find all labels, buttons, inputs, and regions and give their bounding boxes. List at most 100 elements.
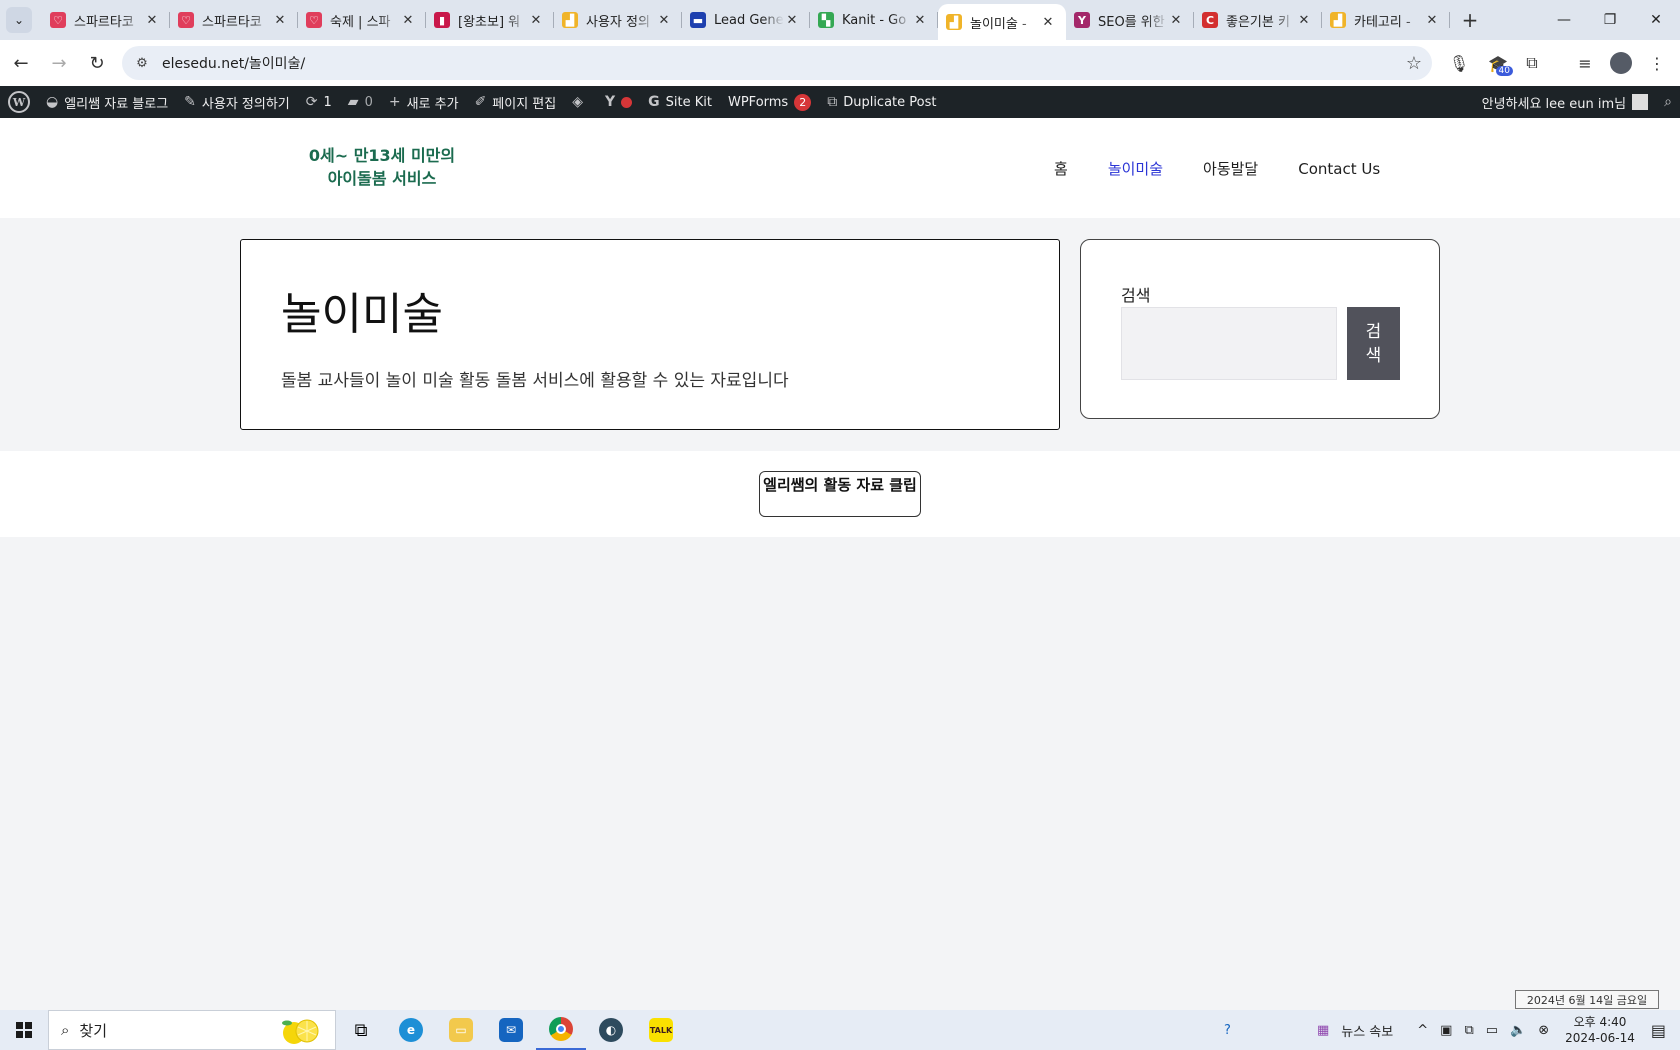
- new-tab-button[interactable]: +: [1456, 6, 1484, 34]
- wp-account-menu[interactable]: 안녕하세요 lee eun im님: [1474, 86, 1657, 118]
- browser-tab[interactable]: ♡ 스파르타코 ✕: [42, 0, 170, 40]
- bookmark-star-icon[interactable]: ☆: [1406, 53, 1422, 74]
- wp-new-content-menu[interactable]: + 새로 추가: [381, 86, 467, 118]
- wp-duplicate-post-link[interactable]: ⧉ Duplicate Post: [819, 86, 944, 118]
- diamond-icon: ◈: [572, 94, 584, 110]
- browser-tab[interactable]: ▬ Lead Gene ✕: [682, 0, 810, 40]
- browser-menu-icon[interactable]: ⋮: [1642, 48, 1672, 78]
- browser-tab[interactable]: ▚ Kanit - Go ✕: [810, 0, 938, 40]
- minimize-icon[interactable]: —: [1541, 0, 1587, 40]
- tab-favicon-icon: ▟: [1330, 12, 1346, 28]
- extensions-puzzle-icon[interactable]: ⧉: [1517, 48, 1547, 78]
- nav-play-art[interactable]: 놀이미술: [1108, 158, 1163, 179]
- wp-diamond-plugin[interactable]: ◈: [564, 86, 597, 118]
- search-input[interactable]: [1121, 307, 1337, 380]
- extension-graduation-icon[interactable]: 🎓 40: [1483, 48, 1513, 78]
- edge-browser-icon[interactable]: e: [386, 1010, 436, 1050]
- start-button[interactable]: [0, 1010, 48, 1050]
- site-header: 0세~ 만13세 미만의 아이돌봄 서비스 홈 놀이미술 아동발달 Contac…: [0, 118, 1680, 218]
- wp-site-name-menu[interactable]: ◒ 엘리쌤 자료 블로그: [38, 86, 176, 118]
- status-x-icon[interactable]: ⊗: [1538, 1023, 1549, 1038]
- wp-updates-link[interactable]: ⟳ 1: [298, 86, 340, 118]
- chevron-up-icon[interactable]: ^: [1417, 1023, 1428, 1038]
- tab-favicon-icon: ♡: [306, 12, 322, 28]
- yoast-icon: Y: [605, 94, 616, 110]
- nav-contact-us[interactable]: Contact Us: [1298, 160, 1380, 178]
- wp-wpforms-link[interactable]: WPForms 2: [720, 86, 819, 118]
- news-widget-icon[interactable]: ▦: [1317, 1023, 1329, 1038]
- main-navigation: 홈 놀이미술 아동발달 Contact Us: [1054, 158, 1420, 179]
- meet-icon[interactable]: ▣: [1440, 1023, 1452, 1038]
- kakaotalk-icon[interactable]: TALK: [636, 1010, 686, 1050]
- tab-search-button[interactable]: ⌄: [6, 7, 32, 33]
- profile-avatar[interactable]: [1606, 48, 1636, 78]
- browser-tab[interactable]: Y SEO를 위한 ✕: [1066, 0, 1194, 40]
- tab-close-icon[interactable]: ✕: [144, 13, 160, 28]
- tab-close-icon[interactable]: ✕: [400, 13, 416, 28]
- browser-tab[interactable]: C 좋은기본 키 ✕: [1194, 0, 1322, 40]
- tab-favicon-icon: C: [1202, 12, 1218, 28]
- back-icon[interactable]: ←: [4, 46, 38, 80]
- tab-close-icon[interactable]: ✕: [1168, 13, 1184, 28]
- wp-yoast-menu[interactable]: Y: [597, 86, 640, 118]
- forward-icon[interactable]: →: [42, 46, 76, 80]
- wp-comments-link[interactable]: ▰ 0: [340, 86, 381, 118]
- notification-icon[interactable]: ▤: [1651, 1021, 1666, 1040]
- google-g-icon: G: [648, 94, 660, 110]
- edit-page-label: 페이지 편집: [492, 96, 557, 112]
- tab-close-icon[interactable]: ✕: [1040, 15, 1056, 30]
- browser-tab[interactable]: ▟ 사용자 정의 ✕: [554, 0, 682, 40]
- tab-title: SEO를 위한: [1098, 14, 1165, 30]
- search-label: 검색: [1121, 286, 1151, 305]
- microphone-icon[interactable]: 🎙: [1444, 48, 1474, 78]
- system-tray: ? ▦ 뉴스 속보 ^ ▣ ⧉ ▭ 🔈 ⊗ 오후 4:40 2024-06-14…: [1218, 1010, 1680, 1050]
- address-bar[interactable]: ⚙ elesedu.net/놀이미술/ ☆: [122, 46, 1432, 80]
- wp-search-icon[interactable]: ⌕: [1656, 86, 1680, 118]
- tab-close-icon[interactable]: ✕: [1296, 13, 1312, 28]
- file-explorer-icon[interactable]: ▭: [436, 1010, 486, 1050]
- url-text[interactable]: elesedu.net/놀이미술/: [162, 53, 305, 73]
- tab-close-icon[interactable]: ✕: [784, 13, 800, 28]
- taskbar-clock[interactable]: 오후 4:40 2024-06-14: [1565, 1014, 1635, 1046]
- cta-section: 엘리쌤의 활동 자료 클립: [0, 451, 1680, 537]
- mail-icon[interactable]: ✉: [486, 1010, 536, 1050]
- chrome-icon[interactable]: [536, 1010, 586, 1050]
- customize-label: 사용자 정의하기: [201, 96, 290, 112]
- browser-tab[interactable]: ▮ [왕초보] 워 ✕: [426, 0, 554, 40]
- tab-close-icon[interactable]: ✕: [912, 13, 928, 28]
- browser-tab[interactable]: ♡ 숙제 | 스파 ✕: [298, 0, 426, 40]
- taskbar-search-box[interactable]: ⌕ 찾기: [48, 1010, 336, 1050]
- restore-icon[interactable]: ❐: [1587, 0, 1633, 40]
- tab-close-icon[interactable]: ✕: [656, 13, 672, 28]
- site-info-icon[interactable]: ⚙: [128, 56, 156, 71]
- browser-tab[interactable]: ♡ 스파르타코 ✕: [170, 0, 298, 40]
- nav-home[interactable]: 홈: [1054, 158, 1068, 179]
- activity-materials-button[interactable]: 엘리쌤의 활동 자료 클립: [759, 471, 921, 517]
- wp-customize-link[interactable]: ✎ 사용자 정의하기: [176, 86, 298, 118]
- plus-icon: +: [388, 94, 401, 110]
- volume-icon[interactable]: 🔈: [1510, 1023, 1526, 1038]
- reload-icon[interactable]: ↻: [80, 46, 114, 80]
- wp-logo-menu[interactable]: W: [0, 86, 38, 118]
- help-icon[interactable]: ?: [1224, 1023, 1231, 1038]
- tab-favicon-icon: ▮: [434, 12, 450, 28]
- browser-tab[interactable]: ▟ 카테고리 - ✕: [1322, 0, 1450, 40]
- close-window-icon[interactable]: ✕: [1633, 0, 1679, 40]
- search-button[interactable]: 검색: [1347, 307, 1400, 380]
- network-icon[interactable]: ▭: [1486, 1023, 1498, 1038]
- tab-close-icon[interactable]: ✕: [272, 13, 288, 28]
- nav-child-development[interactable]: 아동발달: [1203, 158, 1258, 179]
- screenshot-icon[interactable]: ⧉: [1464, 1023, 1473, 1038]
- wp-sitekit-link[interactable]: G Site Kit: [640, 86, 720, 118]
- site-logo[interactable]: 0세~ 만13세 미만의 아이돌봄 서비스: [298, 144, 466, 190]
- tab-close-icon[interactable]: ✕: [1424, 13, 1440, 28]
- clock-date: 2024-06-14: [1565, 1031, 1635, 1045]
- sitekit-label: Site Kit: [665, 94, 712, 110]
- media-control-icon[interactable]: ≡: [1570, 48, 1600, 78]
- browser-tab[interactable]: ▟ 놀이미술 - ✕: [938, 4, 1066, 40]
- task-view-icon[interactable]: ⧉: [336, 1010, 386, 1050]
- news-widget-label[interactable]: 뉴스 속보: [1341, 1021, 1393, 1040]
- wp-edit-page-link[interactable]: ✐ 페이지 편집: [467, 86, 565, 118]
- tab-close-icon[interactable]: ✕: [528, 13, 544, 28]
- chrome-dev-icon[interactable]: ◐: [586, 1010, 636, 1050]
